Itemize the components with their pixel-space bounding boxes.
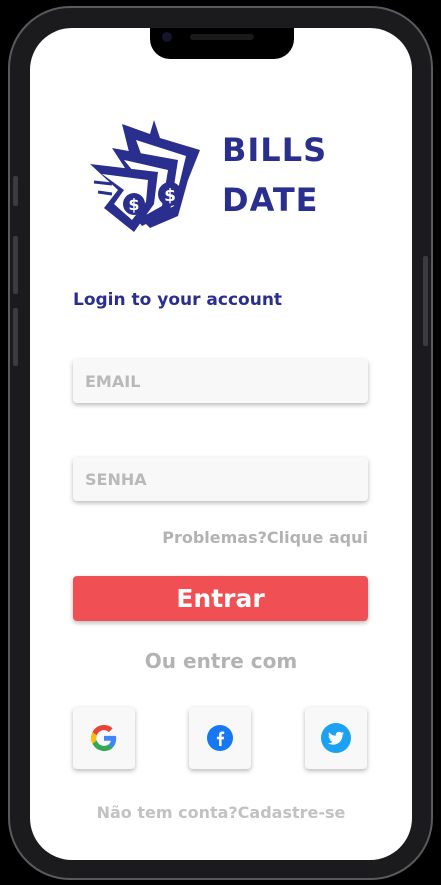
twitter-login-button[interactable] <box>305 707 367 769</box>
front-camera <box>162 32 172 42</box>
signup-link[interactable]: Não tem conta?Cadastre-se <box>30 803 412 822</box>
volume-up-button <box>13 236 18 294</box>
svg-text:$: $ <box>164 186 176 206</box>
svg-text:$: $ <box>128 195 139 214</box>
google-icon <box>91 725 117 751</box>
forgot-password-link[interactable]: Problemas?Clique aqui <box>162 528 368 547</box>
facebook-icon <box>207 725 233 751</box>
facebook-login-button[interactable] <box>189 707 251 769</box>
logo-text-line1: BILLS <box>222 131 328 169</box>
earpiece-speaker <box>190 34 254 40</box>
email-input[interactable] <box>73 359 368 403</box>
twitter-icon <box>321 723 351 753</box>
volume-down-button <box>13 308 18 366</box>
app-logo: $ $ BILLS DATE <box>90 120 335 236</box>
password-input[interactable] <box>73 457 368 501</box>
logo-text-line2: DATE <box>222 181 319 219</box>
phone-notch <box>150 28 294 59</box>
social-login-divider: Ou entre com <box>144 649 298 673</box>
money-wings-icon: $ $ <box>90 120 200 232</box>
app-screen: $ $ BILLS DATE Login to your account Pro… <box>30 28 412 860</box>
google-login-button[interactable] <box>73 707 135 769</box>
power-button <box>423 256 428 346</box>
mute-switch <box>13 176 18 206</box>
login-heading: Login to your account <box>73 290 283 310</box>
login-button[interactable]: Entrar <box>73 576 368 621</box>
